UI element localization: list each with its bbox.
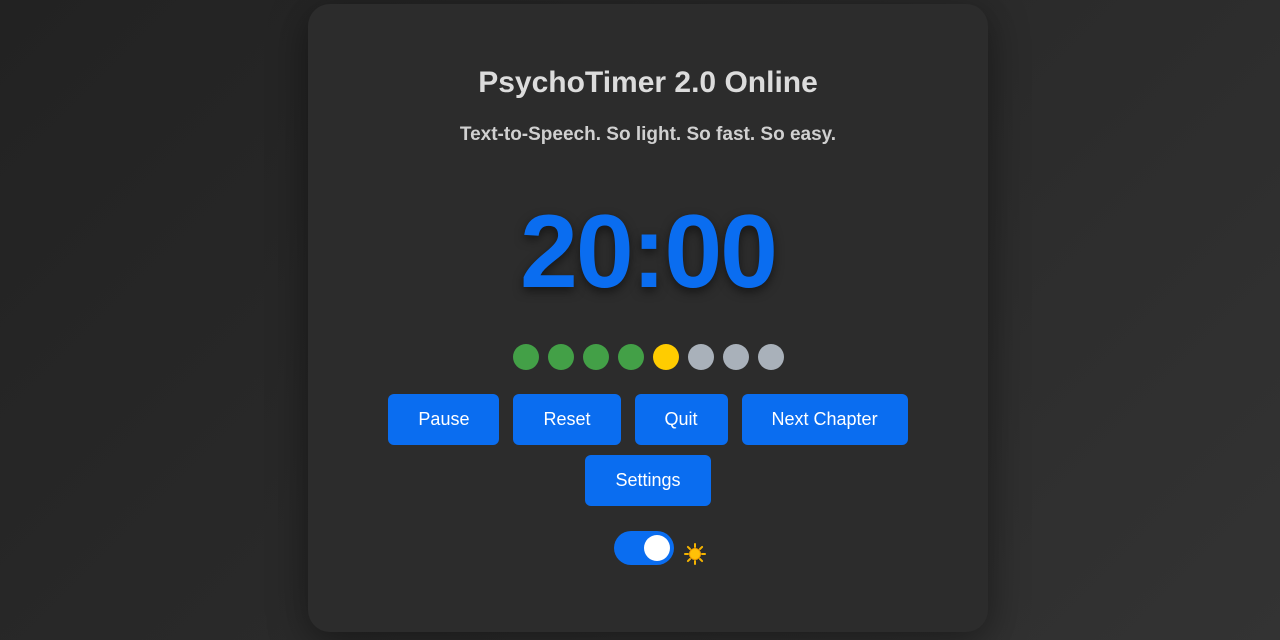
toggle-knob [644,535,670,561]
chapter-progress [308,344,988,370]
settings-button[interactable]: Settings [585,455,711,506]
reset-button[interactable]: Reset [513,394,621,445]
quit-button[interactable]: Quit [634,394,728,445]
main-card: PsychoTimer 2.0 Online Text-to-Speech. S… [308,4,988,632]
progress-dot [512,344,539,370]
timer-display: 20:00 [520,194,778,310]
progress-dot [547,344,574,370]
app-subtitle: Text-to-Speech. So light. So fast. So ea… [459,124,837,145]
progress-dot [757,344,784,370]
theme-switch [308,531,988,565]
progress-dot [582,344,609,370]
sun-icon [684,543,706,565]
settings-row: Settings [308,455,988,506]
progress-dot-current [652,344,679,370]
theme-toggle[interactable] [614,531,674,565]
pause-button[interactable]: Pause [388,394,500,445]
app-title: PsychoTimer 2.0 Online [478,66,818,99]
progress-dot [722,344,749,370]
next-chapter-button[interactable]: Next Chapter [741,394,908,445]
controls-row: Pause Reset Quit Next Chapter [308,394,988,445]
progress-dot [687,344,714,370]
progress-dot [617,344,644,370]
